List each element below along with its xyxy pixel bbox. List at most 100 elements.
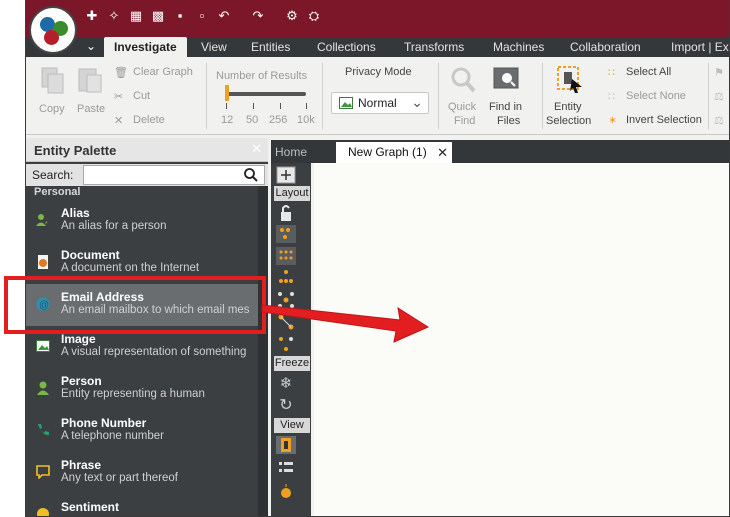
open-folder-icon[interactable]: ▦ — [128, 8, 144, 24]
main-view-icon[interactable] — [276, 436, 296, 454]
list-view-icon[interactable] — [276, 459, 296, 477]
speech-bubble-icon — [36, 465, 50, 479]
maltego-window: ✚ ✧ ▦ ▩ ▪ ▫ ↶ ↷ ⚙ ⛭ ⌄ Investigate View E… — [25, 0, 730, 517]
number-of-results-label: Number of Results — [216, 70, 308, 82]
entity-palette-header: Entity Palette ✕ — [26, 138, 268, 162]
tab-investigate[interactable]: Investigate — [104, 37, 187, 57]
quick-find-button-line2[interactable]: Find — [454, 115, 475, 127]
paste-icon — [78, 68, 102, 93]
close-icon[interactable]: ✕ — [437, 142, 448, 163]
search-icon[interactable] — [244, 168, 258, 182]
privacy-mode-value: Normal — [358, 96, 397, 110]
palette-search-row: Search: — [26, 164, 268, 186]
list-item-sentiment[interactable]: Sentiment — [26, 494, 258, 516]
bubble-view-icon[interactable] — [276, 483, 296, 501]
invert-selection-button[interactable]: Invert Selection — [626, 114, 702, 126]
fit-view-icon[interactable] — [276, 166, 296, 184]
chevron-down-icon[interactable]: ⌄ — [86, 39, 96, 53]
delete-button[interactable]: Delete — [133, 114, 165, 126]
image-icon — [339, 97, 353, 109]
close-icon[interactable]: ✕ — [251, 141, 262, 157]
lock-icon[interactable] — [276, 204, 296, 222]
entity-selection-button[interactable]: Entity — [554, 101, 582, 113]
save-as-icon[interactable]: ▫ — [194, 8, 210, 24]
entity-selection-button-line2[interactable]: Selection — [546, 115, 591, 127]
transform-settings-icon[interactable]: ⛭ — [306, 8, 322, 24]
quick-find-button[interactable]: Quick — [448, 101, 476, 113]
tick-label-10k: 10k — [297, 114, 315, 126]
save-all-icon[interactable]: ▪ — [172, 8, 188, 24]
privacy-mode-label: Privacy Mode — [345, 66, 412, 78]
redo-icon[interactable]: ↷ — [250, 8, 266, 24]
tab-collections[interactable]: Collections — [317, 37, 376, 57]
centrality-layout-icon[interactable] — [276, 291, 296, 309]
list-item-phrase[interactable]: Phrase Any text or part thereof — [26, 452, 258, 494]
graph-canvas[interactable] — [314, 163, 729, 516]
new-graph-icon[interactable]: ✚ — [84, 8, 100, 24]
search-input[interactable] — [83, 165, 265, 185]
annotation-highlight-box — [4, 276, 266, 334]
select-none-button[interactable]: Select None — [626, 90, 686, 102]
tab-collaboration[interactable]: Collaboration — [570, 37, 641, 57]
maltego-logo-icon[interactable] — [29, 6, 77, 54]
list-item-alias[interactable]: * Alias An alias for a person — [26, 200, 258, 242]
invert-selection-icon: ✶ — [608, 115, 618, 127]
phone-icon — [38, 424, 49, 436]
circular-layout-icon[interactable] — [276, 335, 296, 353]
graph-node-icon: ⚑ — [714, 67, 724, 79]
refresh-icon[interactable]: ↻ — [276, 395, 296, 414]
save-icon[interactable]: ▩ — [150, 8, 166, 24]
palette-scrollbar[interactable] — [258, 186, 268, 516]
block-layout-icon[interactable] — [276, 225, 296, 243]
select-all-button[interactable]: Select All — [626, 66, 671, 78]
tick-label-256: 256 — [269, 114, 288, 126]
search-label: Search: — [32, 168, 74, 182]
copy-icon — [41, 67, 64, 94]
ribbon-tab-strip: ⌄ Investigate View Entities Collections … — [26, 37, 729, 57]
paste-button[interactable]: Paste — [77, 103, 105, 115]
tab-entities[interactable]: Entities — [251, 37, 290, 57]
tab-home[interactable]: Home — [275, 142, 307, 163]
entity-selection-icon — [557, 66, 582, 93]
delete-x-icon: ✕ — [114, 115, 124, 127]
tab-new-graph[interactable]: New Graph (1) ✕ — [336, 142, 452, 163]
tick-label-12: 12 — [221, 114, 234, 126]
settings-icon[interactable]: ⚙ — [284, 8, 300, 24]
quick-access-icons: ✚ ✧ ▦ ▩ ▪ ▫ ↶ ↷ ⚙ ⛭ — [84, 8, 322, 24]
ribbon: Copy Paste 🗑 Clear Graph ✂ Cut ✕ Delete … — [26, 57, 729, 135]
results-slider-track[interactable] — [226, 92, 306, 96]
undo-icon[interactable]: ↶ — [216, 8, 232, 24]
tab-import-export[interactable]: Import | Ex — [671, 37, 729, 57]
freeze-section-label: Freeze — [274, 356, 310, 371]
tab-machines[interactable]: Machines — [493, 37, 544, 57]
svg-text:*: * — [45, 221, 48, 227]
tab-transforms[interactable]: Transforms — [404, 37, 464, 57]
privacy-mode-select[interactable]: Normal ⌄ — [331, 92, 429, 114]
tab-view[interactable]: View — [201, 37, 227, 57]
slider-ticks — [226, 103, 308, 109]
palette-group-personal: Personal — [34, 186, 81, 198]
hierarchical-layout-icon[interactable] — [276, 269, 296, 287]
snowflake-icon[interactable]: ❄ — [276, 374, 296, 392]
organic-layout-icon[interactable] — [276, 313, 296, 331]
results-slider-handle[interactable] — [225, 85, 229, 101]
view-section-label: View — [274, 418, 310, 433]
new-entity-icon[interactable]: ✧ — [106, 8, 122, 24]
list-item-phone-number[interactable]: Phone Number A telephone number — [26, 410, 258, 452]
clear-graph-button[interactable]: Clear Graph — [133, 66, 193, 78]
find-in-files-button-line2[interactable]: Files — [497, 115, 520, 127]
alias-person-icon: * — [36, 214, 48, 227]
copy-button[interactable]: Copy — [39, 103, 65, 115]
cut-button[interactable]: Cut — [133, 90, 150, 102]
layout-section-label: Layout — [274, 186, 310, 201]
find-in-files-button[interactable]: Find in — [489, 101, 522, 113]
list-item-person[interactable]: Person Entity representing a human — [26, 368, 258, 410]
sentiment-icon — [37, 508, 49, 516]
graph-node-icon: ⚖ — [714, 91, 724, 103]
select-none-icon: ∷ — [608, 91, 615, 103]
grid-layout-icon[interactable] — [276, 247, 296, 265]
select-all-icon: ∷ — [608, 67, 615, 79]
entity-palette-title: Entity Palette — [34, 143, 117, 158]
tick-label-50: 50 — [246, 114, 259, 126]
document-icon — [38, 255, 48, 269]
